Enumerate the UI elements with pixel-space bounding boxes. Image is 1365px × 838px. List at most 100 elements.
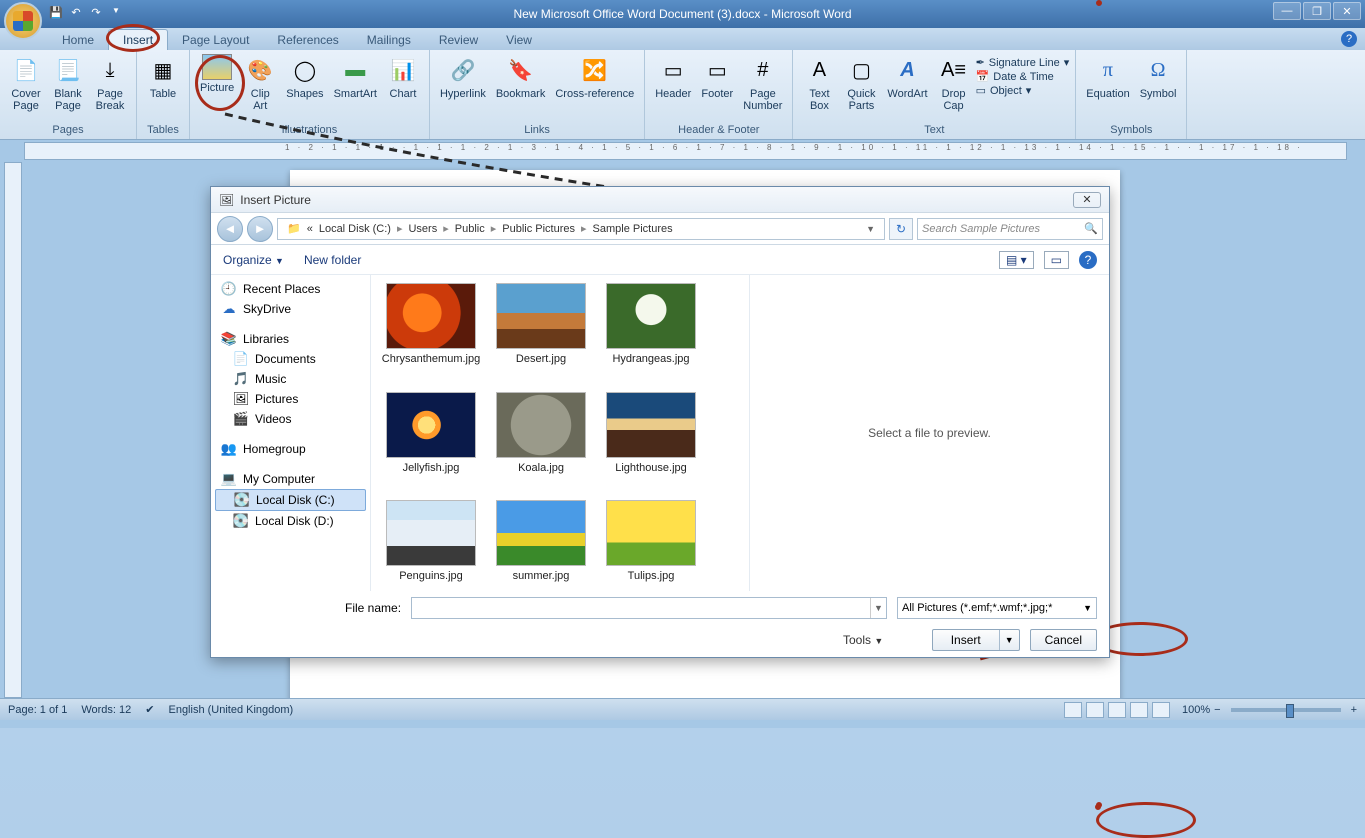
status-words[interactable]: Words: 12 xyxy=(81,704,131,716)
textbox-button[interactable]: AText Box xyxy=(799,52,839,114)
help-icon[interactable]: ? xyxy=(1341,31,1357,47)
minimize-button[interactable]: — xyxy=(1273,2,1301,20)
nav-local-disk-c[interactable]: 💽Local Disk (C:) xyxy=(215,489,366,511)
filename-dropdown-icon[interactable]: ▼ xyxy=(870,598,886,618)
blank-page-button[interactable]: 📃Blank Page xyxy=(48,52,88,114)
nav-skydrive[interactable]: ☁SkyDrive xyxy=(215,299,366,319)
insert-dropdown-icon[interactable]: ▼ xyxy=(1000,635,1019,645)
tab-insert[interactable]: Insert xyxy=(108,29,168,50)
search-input[interactable]: Search Sample Pictures 🔍 xyxy=(917,218,1103,240)
tools-menu[interactable]: Tools ▼ xyxy=(223,633,883,647)
status-language[interactable]: English (United Kingdom) xyxy=(168,704,293,716)
save-icon[interactable]: 💾 xyxy=(48,6,64,22)
datetime-button[interactable]: 📅Date & Time xyxy=(976,70,1070,83)
view-print-layout[interactable] xyxy=(1064,702,1082,718)
help-button[interactable]: ? xyxy=(1079,251,1097,269)
breadcrumb-item[interactable]: Public xyxy=(452,223,488,235)
tab-references[interactable]: References xyxy=(263,30,352,50)
nav-music[interactable]: 🎵Music xyxy=(215,369,366,389)
tab-review[interactable]: Review xyxy=(425,30,492,50)
nav-documents[interactable]: 📄Documents xyxy=(215,349,366,369)
view-web[interactable] xyxy=(1108,702,1126,718)
proofing-icon[interactable]: ✔ xyxy=(145,703,154,716)
nav-forward-button[interactable]: ► xyxy=(247,216,273,242)
dialog-close-button[interactable]: ✕ xyxy=(1073,192,1101,208)
zoom-slider[interactable] xyxy=(1231,708,1341,712)
view-fullscreen[interactable] xyxy=(1086,702,1104,718)
qat-dropdown-icon[interactable]: ▼ xyxy=(108,6,124,22)
picture-button[interactable]: Picture xyxy=(196,52,238,96)
breadcrumb-item[interactable]: Sample Pictures xyxy=(590,223,676,235)
file-thumbnail[interactable]: Jellyfish.jpg xyxy=(381,392,481,475)
tab-page-layout[interactable]: Page Layout xyxy=(168,30,263,50)
tab-mailings[interactable]: Mailings xyxy=(353,30,425,50)
hyperlink-button[interactable]: 🔗Hyperlink xyxy=(436,52,490,102)
view-mode-button[interactable]: ▤ ▾ xyxy=(999,251,1034,269)
zoom-in-button[interactable]: + xyxy=(1351,704,1357,716)
view-draft[interactable] xyxy=(1152,702,1170,718)
thumbnail-filename: Penguins.jpg xyxy=(399,570,463,583)
nav-my-computer[interactable]: 💻My Computer xyxy=(215,469,366,489)
nav-recent-places[interactable]: 🕘Recent Places xyxy=(215,279,366,299)
filename-input[interactable]: ▼ xyxy=(411,597,887,619)
cover-page-button[interactable]: 📄Cover Page xyxy=(6,52,46,114)
cancel-button[interactable]: Cancel xyxy=(1030,629,1097,651)
file-thumbnail[interactable]: Lighthouse.jpg xyxy=(601,392,701,475)
view-outline[interactable] xyxy=(1130,702,1148,718)
signature-line-button[interactable]: ✒Signature Line ▾ xyxy=(976,56,1070,69)
table-button[interactable]: ▦Table xyxy=(143,52,183,102)
footer-button[interactable]: ▭Footer xyxy=(697,52,737,102)
file-thumbnail[interactable]: Penguins.jpg xyxy=(381,500,481,583)
quickparts-button[interactable]: ▢Quick Parts xyxy=(841,52,881,114)
pagenum-button[interactable]: #Page Number xyxy=(739,52,786,114)
organize-button[interactable]: Organize ▼ xyxy=(223,253,284,267)
new-folder-button[interactable]: New folder xyxy=(304,253,361,267)
insert-button[interactable]: Insert▼ xyxy=(932,629,1020,651)
undo-icon[interactable]: ↶ xyxy=(68,6,84,22)
symbol-button[interactable]: ΩSymbol xyxy=(1136,52,1181,102)
close-button[interactable]: ✕ xyxy=(1333,2,1361,20)
wordart-button[interactable]: AWordArt xyxy=(883,52,931,102)
file-thumbnail[interactable]: Hydrangeas.jpg xyxy=(601,283,701,366)
nav-back-button[interactable]: ◄ xyxy=(217,216,243,242)
header-button[interactable]: ▭Header xyxy=(651,52,695,102)
nav-videos[interactable]: 🎬Videos xyxy=(215,409,366,429)
breadcrumb-item[interactable]: Users xyxy=(405,223,440,235)
equation-button[interactable]: πEquation xyxy=(1082,52,1133,102)
dropcap-button[interactable]: A≡Drop Cap xyxy=(934,52,974,114)
shapes-button[interactable]: ◯Shapes xyxy=(282,52,327,102)
tab-view[interactable]: View xyxy=(492,30,546,50)
file-thumbnail[interactable]: Chrysanthemum.jpg xyxy=(381,283,481,366)
file-thumbnail[interactable]: summer.jpg xyxy=(491,500,591,583)
zoom-level[interactable]: 100% xyxy=(1182,704,1210,716)
nav-libraries[interactable]: 📚Libraries xyxy=(215,329,366,349)
office-button[interactable] xyxy=(4,2,42,40)
nav-pictures[interactable]: 🖼Pictures xyxy=(215,389,366,409)
clipart-button[interactable]: 🎨Clip Art xyxy=(240,52,280,114)
nav-local-disk-d[interactable]: 💽Local Disk (D:) xyxy=(215,511,366,531)
breadcrumb-dropdown-icon[interactable]: ▼ xyxy=(863,224,878,234)
crossref-button[interactable]: 🔀Cross-reference xyxy=(551,52,638,102)
preview-toggle-button[interactable]: ▭ xyxy=(1044,251,1069,269)
status-page[interactable]: Page: 1 of 1 xyxy=(8,704,67,716)
nav-homegroup[interactable]: 👥Homegroup xyxy=(215,439,366,459)
breadcrumb-bar[interactable]: 📁 « Local Disk (C:)▸ Users▸ Public▸ Publ… xyxy=(277,218,885,240)
file-thumbnail[interactable]: Koala.jpg xyxy=(491,392,591,475)
disk-icon: 💽 xyxy=(234,492,250,508)
zoom-out-button[interactable]: − xyxy=(1214,704,1220,716)
file-thumbnail[interactable]: Tulips.jpg xyxy=(601,500,701,583)
bookmark-button[interactable]: 🔖Bookmark xyxy=(492,52,550,102)
breadcrumb-item[interactable]: Local Disk (C:) xyxy=(316,223,394,235)
file-thumbnail[interactable]: Desert.jpg xyxy=(491,283,591,366)
smartart-button[interactable]: ▬SmartArt xyxy=(330,52,381,102)
filename-label: File name: xyxy=(345,601,401,615)
redo-icon[interactable]: ↷ xyxy=(88,6,104,22)
tab-home[interactable]: Home xyxy=(48,30,108,50)
maximize-button[interactable]: ❐ xyxy=(1303,2,1331,20)
page-break-button[interactable]: ⤓Page Break xyxy=(90,52,130,114)
file-filter-select[interactable]: All Pictures (*.emf;*.wmf;*.jpg;*▼ xyxy=(897,597,1097,619)
refresh-button[interactable]: ↻ xyxy=(889,218,913,240)
object-button[interactable]: ▭Object ▾ xyxy=(976,84,1070,97)
chart-button[interactable]: 📊Chart xyxy=(383,52,423,102)
breadcrumb-item[interactable]: Public Pictures xyxy=(499,223,578,235)
